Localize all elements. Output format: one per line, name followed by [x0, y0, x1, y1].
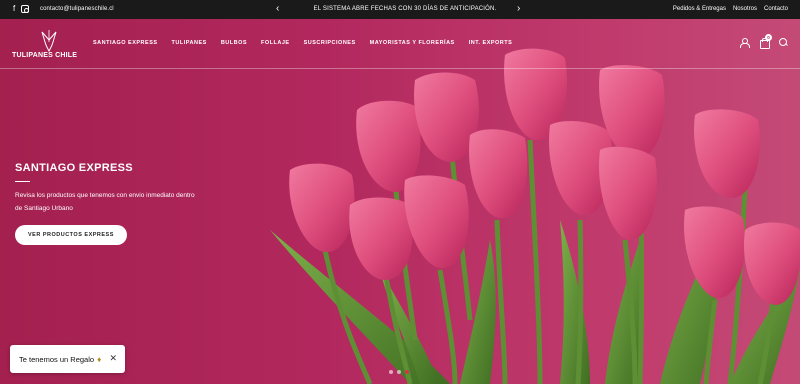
- chevron-right-icon[interactable]: ›: [517, 3, 520, 15]
- tulips-image: [270, 48, 800, 384]
- announcement-text: EL SISTEMA ABRE FECHAS CON 30 DÍAS DE AN…: [313, 6, 497, 12]
- nav-item-bulbos[interactable]: BULBOS: [221, 40, 247, 46]
- header-icons: 0: [739, 34, 788, 49]
- nav-item-santiago-express[interactable]: SANTIAGO EXPRESS: [93, 40, 158, 46]
- nav-item-suscripciones[interactable]: SUSCRIPCIONES: [304, 40, 356, 46]
- social-links: f: [13, 4, 30, 14]
- link-nosotros[interactable]: Nosotros: [733, 6, 757, 12]
- user-icon[interactable]: [739, 38, 750, 48]
- chevron-left-icon[interactable]: ‹: [276, 3, 279, 15]
- link-contacto[interactable]: Contacto: [764, 6, 788, 12]
- cart-icon[interactable]: 0: [759, 34, 772, 49]
- nav-item-follaje[interactable]: FOLLAJE: [261, 40, 290, 46]
- instagram-icon[interactable]: [21, 5, 30, 13]
- nav-item-int-exports[interactable]: INT. EXPORTS: [469, 40, 513, 46]
- gift-popup[interactable]: Te tenemos un Regalo ♦ ✕: [10, 345, 125, 373]
- logo-text: TULIPANES CHILE: [12, 52, 78, 59]
- nav-item-tulipanes[interactable]: TULIPANES: [172, 40, 207, 46]
- hero-content: SANTIAGO EXPRESS Revisa los productos qu…: [15, 162, 195, 245]
- tulip-logo-icon: [41, 30, 57, 52]
- hero-description: Revisa los productos que tenemos con env…: [15, 192, 195, 212]
- slider-dot[interactable]: [389, 370, 393, 374]
- link-pedidos-entregas[interactable]: Pedidos & Entregas: [673, 6, 726, 12]
- slider-dot-active[interactable]: [405, 370, 409, 374]
- top-links: Pedidos & Entregas Nosotros Contacto: [673, 6, 788, 12]
- facebook-icon[interactable]: f: [13, 4, 15, 14]
- hero-title: SANTIAGO EXPRESS: [15, 162, 133, 174]
- gift-popup-text: Te tenemos un Regalo: [19, 354, 95, 364]
- gift-icon: ♦: [97, 354, 102, 364]
- site-logo[interactable]: TULIPANES CHILE: [12, 30, 80, 60]
- cart-count-badge: 0: [765, 34, 772, 41]
- slider-dots: [389, 370, 409, 374]
- announcement-bar: f contacto@tulipaneschile.cl ‹ EL SISTEM…: [0, 0, 800, 19]
- contact-email-link[interactable]: contacto@tulipaneschile.cl: [40, 6, 114, 12]
- nav-item-mayoristas[interactable]: MAYORISTAS Y FLORERÍAS: [370, 40, 455, 46]
- hero-divider: [15, 181, 30, 182]
- slider-dot[interactable]: [397, 370, 401, 374]
- close-icon[interactable]: ✕: [109, 353, 117, 363]
- main-nav: SANTIAGO EXPRESS TULIPANES BULBOS FOLLAJ…: [93, 40, 526, 46]
- view-express-products-button[interactable]: VER PRODUCTOS EXPRESS: [15, 225, 127, 245]
- search-icon[interactable]: [779, 38, 788, 47]
- site-header: TULIPANES CHILE SANTIAGO EXPRESS TULIPAN…: [0, 19, 800, 69]
